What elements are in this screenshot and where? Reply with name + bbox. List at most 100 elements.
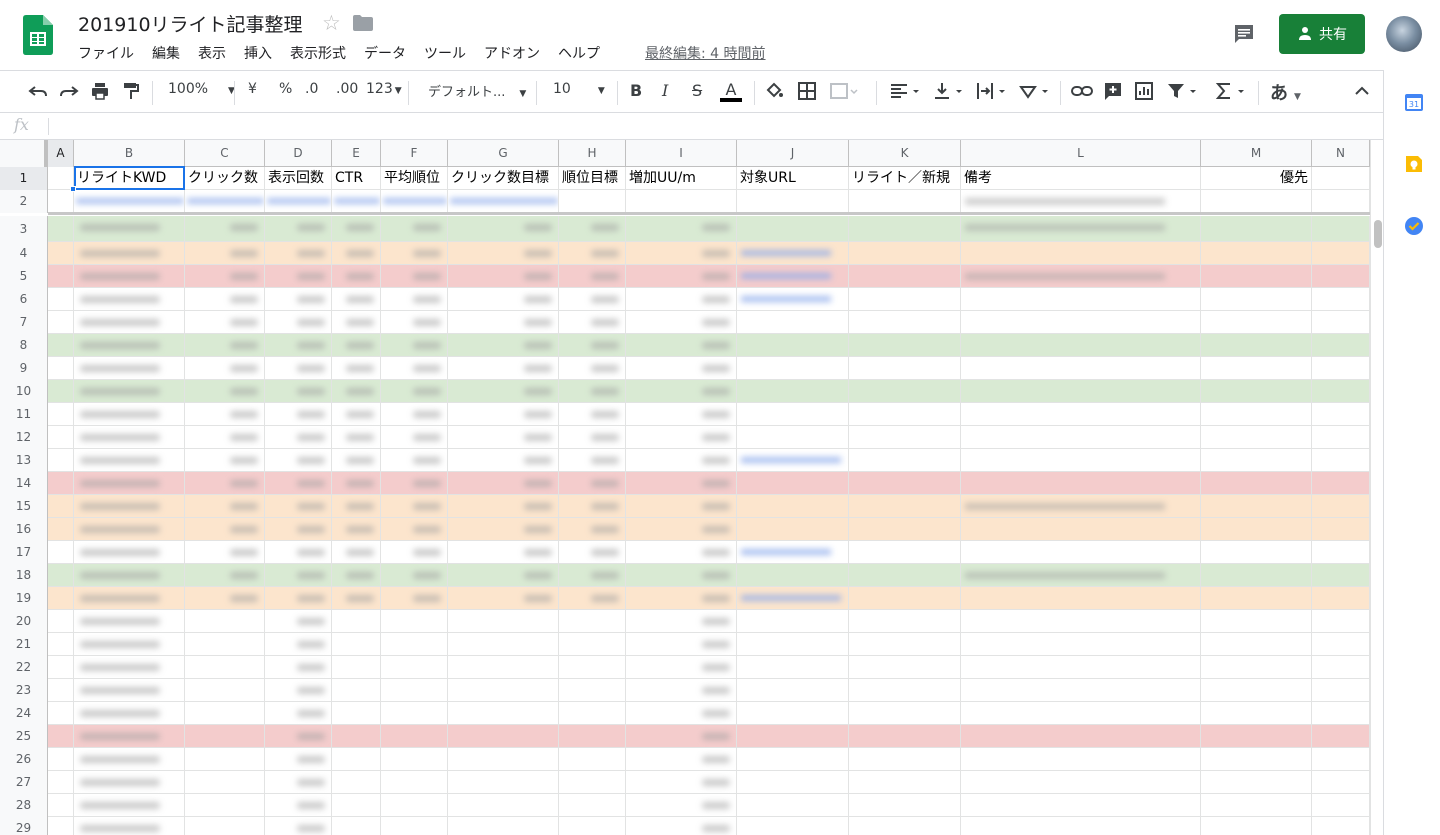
- cell-i18[interactable]: [626, 564, 737, 587]
- cell-b16[interactable]: [74, 518, 185, 541]
- cell-d9[interactable]: [265, 357, 332, 380]
- text-wrap-icon[interactable]: [975, 81, 1009, 101]
- cell-f2[interactable]: [381, 190, 448, 213]
- cell-n3[interactable]: [1312, 216, 1370, 242]
- cell-d15[interactable]: [265, 495, 332, 518]
- column-header-n[interactable]: N: [1312, 140, 1370, 167]
- insert-comment-icon[interactable]: [1103, 81, 1123, 101]
- cell-g23[interactable]: [448, 679, 559, 702]
- cell-i28[interactable]: [626, 794, 737, 817]
- cell-j8[interactable]: [737, 334, 849, 357]
- cell-l28[interactable]: [961, 794, 1201, 817]
- cell-b13[interactable]: [74, 449, 185, 472]
- cell-k14[interactable]: [849, 472, 961, 495]
- calendar-icon[interactable]: 31: [1404, 92, 1424, 112]
- cell-j18[interactable]: [737, 564, 849, 587]
- cell-b24[interactable]: [74, 702, 185, 725]
- cell-k24[interactable]: [849, 702, 961, 725]
- cell-k1[interactable]: リライト／新規: [849, 167, 961, 190]
- cell-k3[interactable]: [849, 216, 961, 242]
- cell-j20[interactable]: [737, 610, 849, 633]
- cell-g27[interactable]: [448, 771, 559, 794]
- cell-d1[interactable]: 表示回数: [265, 167, 332, 190]
- cell-k2[interactable]: [849, 190, 961, 213]
- cell-c9[interactable]: [185, 357, 265, 380]
- cell-j29[interactable]: [737, 817, 849, 835]
- cell-g2[interactable]: [448, 190, 559, 213]
- cell-k12[interactable]: [849, 426, 961, 449]
- column-header-m[interactable]: M: [1201, 140, 1312, 167]
- cell-l8[interactable]: [961, 334, 1201, 357]
- cell-e7[interactable]: [332, 311, 381, 334]
- column-header-f[interactable]: F: [381, 140, 448, 167]
- cell-j28[interactable]: [737, 794, 849, 817]
- bold-button[interactable]: B: [630, 81, 642, 100]
- cell-f1[interactable]: 平均順位: [381, 167, 448, 190]
- cell-a17[interactable]: [48, 541, 74, 564]
- cell-l10[interactable]: [961, 380, 1201, 403]
- cell-c12[interactable]: [185, 426, 265, 449]
- cell-n20[interactable]: [1312, 610, 1370, 633]
- cell-f27[interactable]: [381, 771, 448, 794]
- cell-k27[interactable]: [849, 771, 961, 794]
- cell-c2[interactable]: [185, 190, 265, 213]
- cell-c16[interactable]: [185, 518, 265, 541]
- active-cell-selection[interactable]: [74, 166, 185, 190]
- cell-c17[interactable]: [185, 541, 265, 564]
- cell-f6[interactable]: [381, 288, 448, 311]
- cell-f7[interactable]: [381, 311, 448, 334]
- cell-j5[interactable]: [737, 265, 849, 288]
- cell-b6[interactable]: [74, 288, 185, 311]
- cell-i23[interactable]: [626, 679, 737, 702]
- cell-n1[interactable]: [1312, 167, 1370, 190]
- cell-k9[interactable]: [849, 357, 961, 380]
- cell-h25[interactable]: [559, 725, 626, 748]
- cell-e28[interactable]: [332, 794, 381, 817]
- cell-h5[interactable]: [559, 265, 626, 288]
- column-header-h[interactable]: H: [559, 140, 626, 167]
- cell-i27[interactable]: [626, 771, 737, 794]
- row-header-24[interactable]: 24: [0, 702, 48, 725]
- decrease-decimal-button[interactable]: .0: [305, 81, 318, 97]
- cell-c21[interactable]: [185, 633, 265, 656]
- cell-j1[interactable]: 対象URL: [737, 167, 849, 190]
- cell-m5[interactable]: [1201, 265, 1312, 288]
- cell-a5[interactable]: [48, 265, 74, 288]
- cell-h20[interactable]: [559, 610, 626, 633]
- zoom-select[interactable]: 100% ▼: [168, 81, 235, 97]
- cell-m8[interactable]: [1201, 334, 1312, 357]
- cell-a4[interactable]: [48, 242, 74, 265]
- merge-cells-icon[interactable]: [829, 81, 859, 101]
- row-header-5[interactable]: 5: [0, 265, 48, 288]
- cell-d13[interactable]: [265, 449, 332, 472]
- cell-n13[interactable]: [1312, 449, 1370, 472]
- menu-addons[interactable]: アドオン: [484, 43, 540, 63]
- cell-j22[interactable]: [737, 656, 849, 679]
- row-header-15[interactable]: 15: [0, 495, 48, 518]
- cell-i26[interactable]: [626, 748, 737, 771]
- percent-button[interactable]: %: [279, 81, 292, 97]
- row-header-6[interactable]: 6: [0, 288, 48, 311]
- cell-j14[interactable]: [737, 472, 849, 495]
- row-header-22[interactable]: 22: [0, 656, 48, 679]
- cell-k29[interactable]: [849, 817, 961, 835]
- cell-c5[interactable]: [185, 265, 265, 288]
- cell-l5[interactable]: [961, 265, 1201, 288]
- undo-icon[interactable]: [28, 81, 48, 101]
- cell-h6[interactable]: [559, 288, 626, 311]
- cell-h22[interactable]: [559, 656, 626, 679]
- cell-a13[interactable]: [48, 449, 74, 472]
- star-icon[interactable]: ☆: [322, 11, 341, 35]
- cell-m26[interactable]: [1201, 748, 1312, 771]
- cell-j15[interactable]: [737, 495, 849, 518]
- font-select[interactable]: デフォルト... ▼: [428, 81, 526, 100]
- cell-g4[interactable]: [448, 242, 559, 265]
- cell-e2[interactable]: [332, 190, 381, 213]
- cell-e14[interactable]: [332, 472, 381, 495]
- cell-h12[interactable]: [559, 426, 626, 449]
- cell-g19[interactable]: [448, 587, 559, 610]
- cell-c25[interactable]: [185, 725, 265, 748]
- cell-c10[interactable]: [185, 380, 265, 403]
- cell-i9[interactable]: [626, 357, 737, 380]
- align-left-icon[interactable]: [889, 81, 923, 101]
